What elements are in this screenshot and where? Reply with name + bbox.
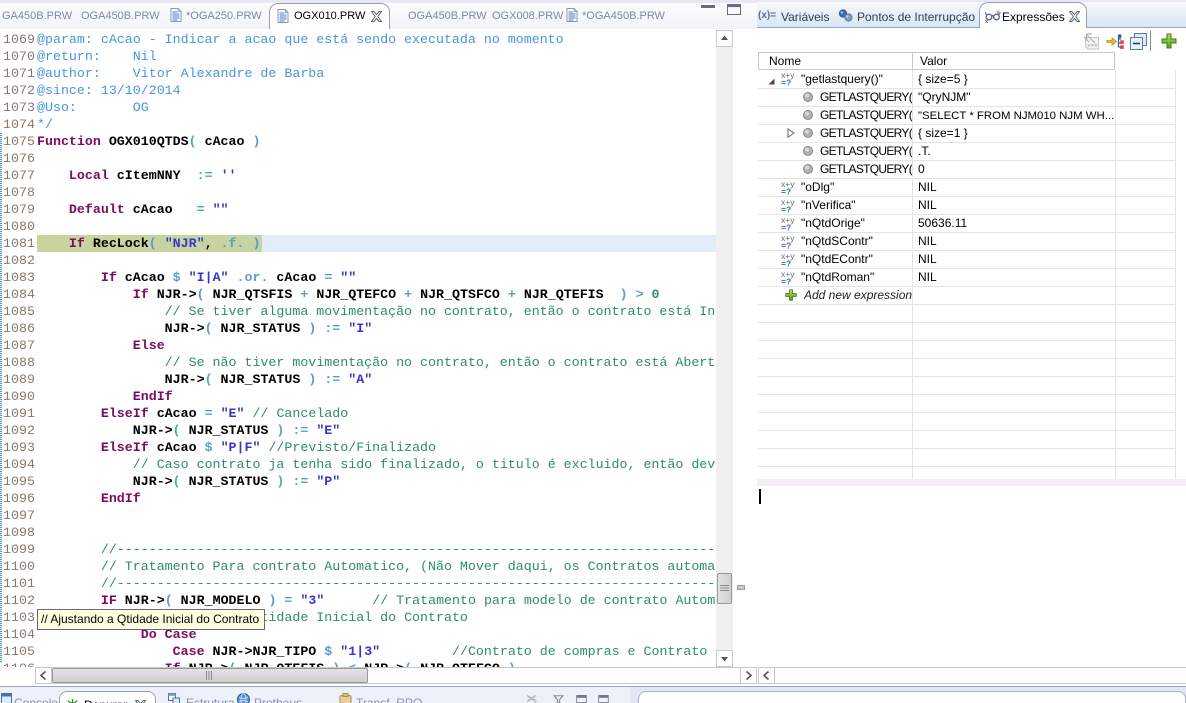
- svg-text:=?: =?: [781, 78, 791, 87]
- svg-text:=?: =?: [781, 205, 791, 214]
- svg-text:=?: =?: [781, 223, 791, 232]
- svg-text:=?: =?: [781, 241, 791, 250]
- svg-text:=?: =?: [781, 277, 791, 286]
- svg-text:=?: =?: [781, 187, 791, 196]
- svg-text:=?: =?: [781, 259, 791, 268]
